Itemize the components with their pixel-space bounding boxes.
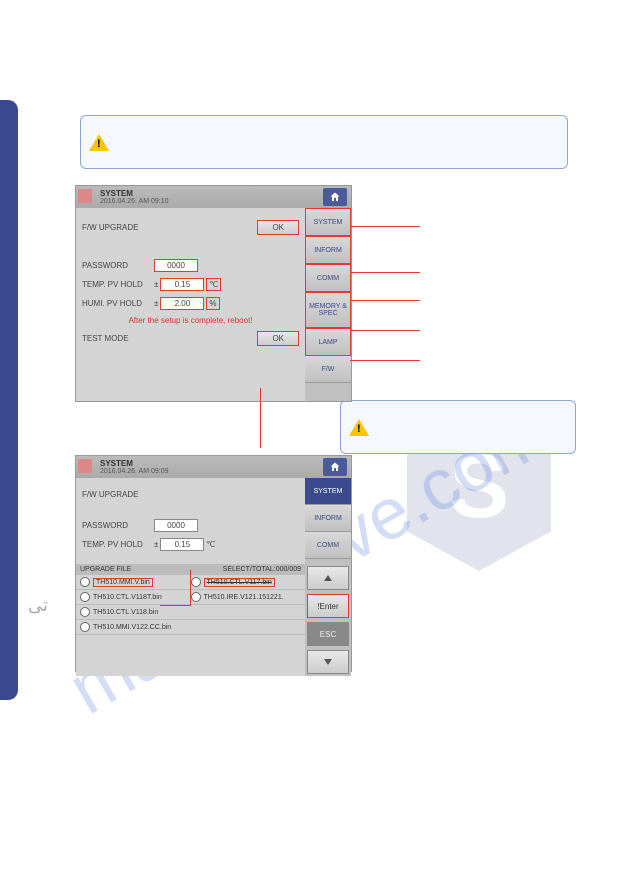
side-btn-memory-spec[interactable]: MEMORY & SPEC xyxy=(305,292,351,328)
warning-icon xyxy=(349,419,369,436)
home-button[interactable] xyxy=(323,458,347,476)
side-btn-inform[interactable]: INFORM xyxy=(305,236,351,264)
password-label: PASSWORD xyxy=(82,521,154,530)
callout-line xyxy=(160,605,190,606)
password-input[interactable]: 0000 xyxy=(154,259,198,272)
password-label: PASSWORD xyxy=(82,261,154,270)
fw-upgrade-label: F/W UPGRADE xyxy=(82,490,154,499)
enter-button[interactable]: !Enter xyxy=(307,594,349,618)
title-bar: SYSTEM 2016.04.26. AM 09:10 xyxy=(76,186,351,208)
pm-sign: ± xyxy=(154,540,158,549)
callout-line xyxy=(350,330,420,331)
test-mode-ok-button[interactable]: OK xyxy=(257,331,299,346)
panel-date: 2016.04.26. AM 09:09 xyxy=(100,468,169,475)
side-btn-inform[interactable]: INFORM xyxy=(305,505,351,532)
temp-hold-input[interactable]: 0.15 xyxy=(160,538,204,551)
callout-line xyxy=(350,272,420,273)
file-name: TH510.MMI.V.bin xyxy=(93,578,153,587)
scroll-down-button[interactable] xyxy=(307,650,349,674)
callout-line xyxy=(350,226,420,227)
doc-side-bar xyxy=(0,100,18,700)
panel-title: SYSTEM xyxy=(100,459,169,468)
side-btn-lamp[interactable]: LAMP xyxy=(305,328,351,356)
temp-hold-input[interactable]: 0.15 xyxy=(160,278,204,291)
side-btn-comm[interactable]: COMM xyxy=(305,264,351,292)
temp-hold-label: TEMP. PV HOLD xyxy=(82,540,154,549)
radio-icon[interactable] xyxy=(80,622,90,632)
side-btn-system[interactable]: SYSTEM xyxy=(305,208,351,236)
side-btn-fw[interactable]: F/W xyxy=(305,356,351,383)
radio-icon[interactable] xyxy=(191,592,201,602)
upgrade-file-label: UPGRADE FILE xyxy=(80,566,131,573)
radio-icon[interactable] xyxy=(80,577,90,587)
humi-hold-label: HUMI. PV HOLD xyxy=(82,299,154,308)
callout-line xyxy=(350,300,420,301)
note-box-2 xyxy=(340,400,576,454)
fw-upgrade-label: F/W UPGRADE xyxy=(82,223,154,232)
file-name: TH510.CTL.V117.bin xyxy=(204,578,275,587)
password-input[interactable]: 0000 xyxy=(154,519,198,532)
warning-icon xyxy=(89,134,109,151)
home-button[interactable] xyxy=(323,188,347,206)
callout-line xyxy=(190,570,191,606)
system-panel-2: SYSTEM 2016.04.26. AM 09:09 F/W UPGRADE … xyxy=(75,455,352,672)
radio-icon[interactable] xyxy=(191,577,201,587)
scroll-up-button[interactable] xyxy=(307,566,349,590)
pm-sign: ± xyxy=(154,299,158,308)
title-bar: SYSTEM 2016.04.26. AM 09:09 xyxy=(76,456,351,478)
file-name: TH510.IRE.V121.151221. xyxy=(204,594,284,601)
select-total-label: SELECT/TOTAL:000/009 xyxy=(223,566,301,573)
side-btn-system[interactable]: SYSTEM xyxy=(305,478,351,505)
test-mode-label: TEST MODE xyxy=(82,334,154,343)
file-name: TH510.CTL.V118.bin xyxy=(93,609,158,616)
radio-icon[interactable] xyxy=(80,592,90,602)
pm-sign: ± xyxy=(154,280,158,289)
callout-line xyxy=(350,360,420,361)
file-row[interactable]: TH510.MMI.V122.CC.bin xyxy=(76,620,305,635)
temp-unit: ℃ xyxy=(206,540,215,549)
panel-date: 2016.04.26. AM 09:10 xyxy=(100,198,169,205)
system-panel-1: SYSTEM 2016.04.26. AM 09:10 F/W UPGRADE … xyxy=(75,185,352,402)
app-logo-icon xyxy=(78,459,92,473)
panel-title: SYSTEM xyxy=(100,189,169,198)
callout-line xyxy=(260,388,261,448)
humi-hold-input[interactable]: 2.00 xyxy=(160,297,204,310)
temp-hold-label: TEMP. PV HOLD xyxy=(82,280,154,289)
radio-icon[interactable] xyxy=(80,607,90,617)
side-btn-comm[interactable]: COMM xyxy=(305,532,351,559)
file-row[interactable]: TH510.CTL.V118.bin xyxy=(76,605,305,620)
file-name: TH510.MMI.V122.CC.bin xyxy=(93,624,171,631)
esc-button[interactable]: ESC xyxy=(307,622,349,646)
app-logo-icon xyxy=(78,189,92,203)
note-box-1 xyxy=(80,115,568,169)
file-name: TH510.CTL.V118T.bin xyxy=(93,594,162,601)
fw-upgrade-ok-button[interactable]: OK xyxy=(257,220,299,235)
reboot-warning: After the setup is complete, reboot! xyxy=(82,316,299,325)
humi-unit: % xyxy=(206,297,219,310)
bg-arabic-text: تی xyxy=(28,595,48,616)
temp-unit: ℃ xyxy=(206,278,221,291)
